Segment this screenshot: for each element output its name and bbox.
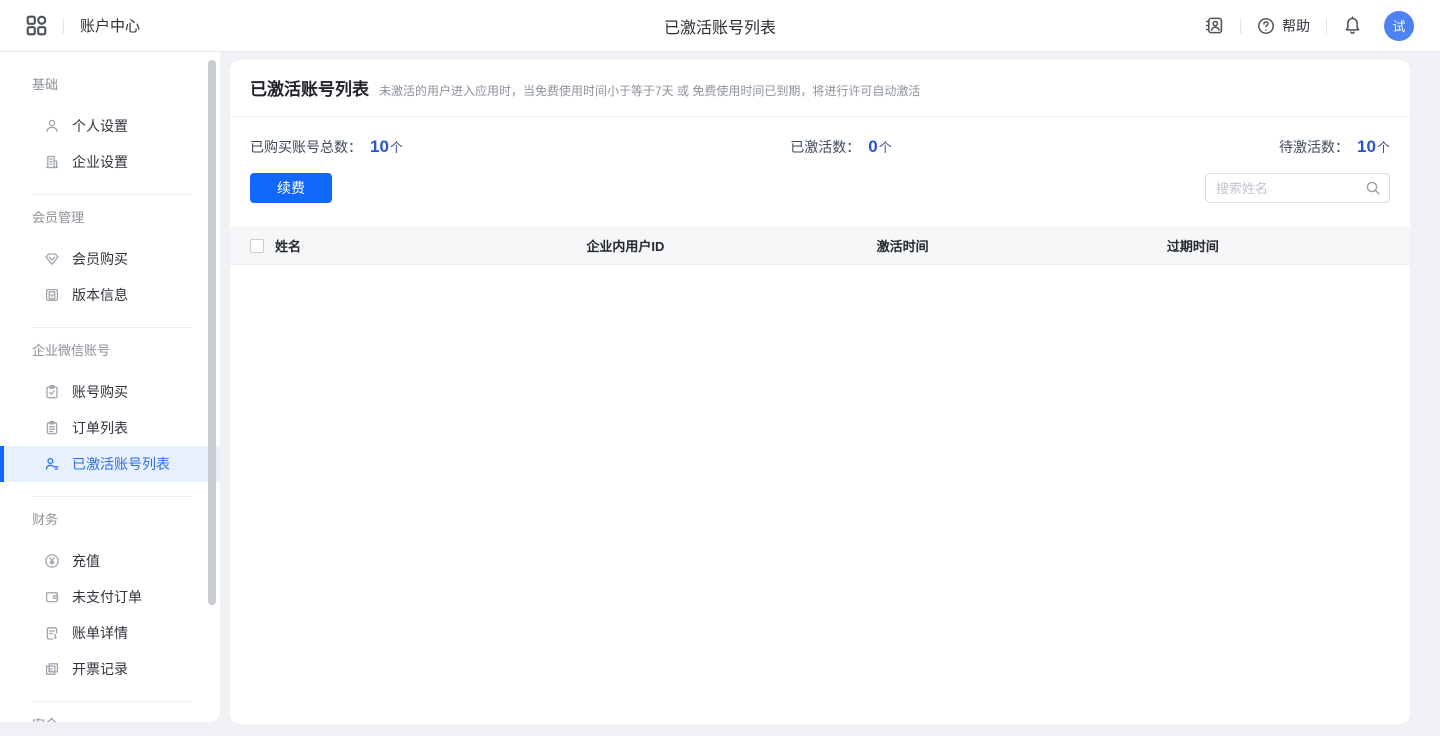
- sidebar-item[interactable]: 订单列表: [0, 410, 220, 446]
- sidebar-item[interactable]: 充值: [0, 543, 220, 579]
- stat-value: 10: [1357, 137, 1376, 157]
- contacts-book-icon[interactable]: [1205, 16, 1224, 35]
- divider: [1326, 18, 1327, 34]
- sidebar-item-label: 订单列表: [72, 418, 128, 438]
- sidebar-item[interactable]: 未支付订单: [0, 579, 220, 615]
- column-header: 过期时间: [1167, 236, 1410, 255]
- column-header: 姓名: [230, 236, 586, 255]
- sidebar-item-label: 未支付订单: [72, 587, 142, 607]
- sidebar-item-label: 版本信息: [72, 285, 128, 305]
- sidebar-item[interactable]: 账单详情: [0, 615, 220, 651]
- help-circle-icon: [1257, 17, 1275, 35]
- yen-circle-icon: [44, 553, 60, 569]
- table-header: 姓名 企业内用户ID 激活时间 过期时间: [230, 227, 1410, 265]
- stat-value: 10: [370, 137, 389, 157]
- sidebar-item-label: 账单详情: [72, 623, 128, 643]
- invoice-icon: [44, 661, 60, 677]
- renew-button[interactable]: 续费: [250, 173, 332, 203]
- stat-label: 已购买账号总数：: [250, 137, 362, 157]
- sidebar-item-label: 充值: [72, 551, 100, 571]
- divider: [63, 18, 64, 34]
- divider: [32, 194, 192, 195]
- stat-value: 0: [868, 137, 877, 157]
- gem-icon: [44, 251, 60, 267]
- stat-unit: 个: [879, 137, 892, 156]
- bell-icon[interactable]: [1343, 16, 1362, 35]
- app-name: 账户中心: [80, 15, 140, 36]
- stat-label: 待激活数：: [1279, 137, 1349, 157]
- sidebar-section-title: 企业微信账号: [0, 342, 220, 374]
- stats-row: 已购买账号总数： 10 个 已激活数： 0 个 待激活数： 10 个: [230, 135, 1410, 159]
- divider: [230, 116, 1410, 117]
- sidebar-section-title: 会员管理: [0, 209, 220, 241]
- bill-icon: [44, 625, 60, 641]
- user-list-icon: [44, 456, 60, 472]
- sidebar: 基础个人设置企业设置会员管理会员购买版本信息企业微信账号账号购买订单列表已激活账…: [0, 52, 220, 722]
- main-panel: 已激活账号列表 未激活的用户进入应用时，当免费使用时间小于等于7天 或 免费使用…: [230, 60, 1410, 724]
- content-description: 未激活的用户进入应用时，当免费使用时间小于等于7天 或 免费使用时间已到期，将进…: [379, 82, 920, 99]
- avatar[interactable]: 试: [1384, 11, 1414, 41]
- search-icon[interactable]: [1365, 180, 1381, 196]
- stat-label: 已激活数：: [790, 137, 860, 157]
- sidebar-scrollbar[interactable]: [208, 60, 216, 605]
- select-all-checkbox[interactable]: [250, 239, 264, 253]
- sidebar-section-title: 财务: [0, 511, 220, 543]
- sidebar-section-title: 基础: [0, 76, 220, 108]
- column-header-label: 过期时间: [1167, 236, 1219, 255]
- column-header-label: 姓名: [275, 236, 301, 255]
- divider: [32, 701, 192, 702]
- sidebar-item[interactable]: 企业设置: [0, 144, 220, 180]
- user-icon: [44, 118, 60, 134]
- stat-purchased-total: 已购买账号总数： 10 个: [250, 137, 403, 157]
- column-header-label: 企业内用户ID: [586, 236, 664, 255]
- table-body: [230, 265, 1410, 683]
- clipboard-check-icon: [44, 384, 60, 400]
- column-header: 激活时间: [877, 236, 1167, 255]
- version-info-icon: [44, 287, 60, 303]
- sidebar-section-title: 安全: [0, 716, 220, 722]
- sidebar-item-label: 企业设置: [72, 152, 128, 172]
- divider: [32, 496, 192, 497]
- sidebar-item[interactable]: 账号购买: [0, 374, 220, 410]
- clipboard-list-icon: [44, 420, 60, 436]
- stat-activated: 已激活数： 0 个: [790, 137, 891, 157]
- stat-pending: 待激活数： 10 个: [1279, 137, 1390, 157]
- sidebar-item[interactable]: 开票记录: [0, 651, 220, 687]
- help-label: 帮助: [1282, 16, 1310, 36]
- divider: [1240, 18, 1241, 34]
- column-header: 企业内用户ID: [586, 236, 876, 255]
- sidebar-item[interactable]: 会员购买: [0, 241, 220, 277]
- sidebar-item-label: 开票记录: [72, 659, 128, 679]
- top-bar: 账户中心 已激活账号列表 帮助 试: [0, 0, 1440, 52]
- sidebar-item[interactable]: 个人设置: [0, 108, 220, 144]
- apps-grid-icon[interactable]: [26, 15, 47, 36]
- column-header-label: 激活时间: [877, 236, 929, 255]
- sidebar-item-label: 会员购买: [72, 249, 128, 269]
- search-box: [1205, 173, 1390, 203]
- content-title: 已激活账号列表: [250, 80, 369, 100]
- sidebar-item-label: 个人设置: [72, 116, 128, 136]
- sidebar-item[interactable]: 版本信息: [0, 277, 220, 313]
- active-indicator: [0, 446, 4, 482]
- search-input[interactable]: [1205, 173, 1390, 203]
- help-button[interactable]: 帮助: [1257, 16, 1310, 36]
- stat-unit: 个: [1377, 137, 1390, 156]
- sidebar-item-label: 已激活账号列表: [72, 454, 170, 474]
- sidebar-item-label: 账号购买: [72, 382, 128, 402]
- wallet-icon: [44, 589, 60, 605]
- divider: [32, 327, 192, 328]
- building-icon: [44, 154, 60, 170]
- sidebar-item[interactable]: 已激活账号列表: [0, 446, 220, 482]
- stat-unit: 个: [390, 137, 403, 156]
